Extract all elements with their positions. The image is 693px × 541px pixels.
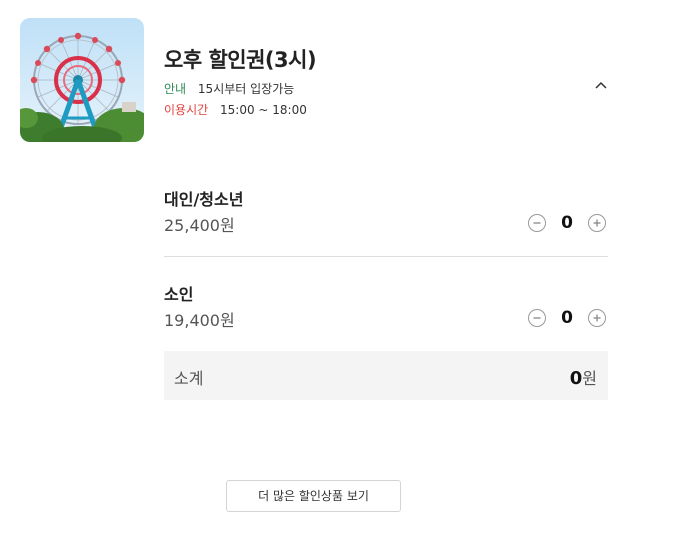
decrease-button[interactable] <box>528 309 546 327</box>
quantity-stepper: 0 <box>528 308 608 331</box>
ticket-price: 19,400원 <box>164 311 235 330</box>
minus-icon <box>533 317 541 319</box>
ticket-price: 25,400원 <box>164 216 235 235</box>
ferris-wheel-photo <box>20 18 144 142</box>
guide-label: 안내 <box>164 82 187 96</box>
plus-icon <box>593 314 601 322</box>
chevron-up-icon <box>595 81 607 89</box>
time-label: 이용시간 <box>164 103 209 117</box>
product-title: 오후 할인권(3시) <box>164 48 317 72</box>
quantity-stepper: 0 <box>528 213 608 236</box>
quantity-value: 0 <box>561 213 573 233</box>
more-discount-products-button[interactable]: 더 많은 할인상품 보기 <box>226 480 401 512</box>
minus-icon <box>533 222 541 224</box>
subtotal-value: 0 <box>569 368 583 389</box>
subtotal-label: 소계 <box>174 369 204 388</box>
ticket-divider <box>164 256 608 257</box>
ticket-name: 대인/청소년 <box>164 190 244 209</box>
increase-button[interactable] <box>588 214 606 232</box>
ticket-option-child: 소인 19,400원 0 <box>164 281 608 330</box>
subtotal-amount: 0원 <box>570 365 597 389</box>
plus-icon <box>593 219 601 227</box>
increase-button[interactable] <box>588 309 606 327</box>
ticket-name: 소인 <box>164 285 194 304</box>
product-image <box>20 18 144 142</box>
subtotal-unit: 원 <box>582 369 597 388</box>
quantity-value: 0 <box>561 308 573 328</box>
time-row: 이용시간 15:00 ~ 18:00 <box>164 101 307 118</box>
subtotal-box: 소계 0원 <box>164 351 608 400</box>
decrease-button[interactable] <box>528 214 546 232</box>
time-value: 15:00 ~ 18:00 <box>220 103 307 117</box>
guide-value: 15시부터 입장가능 <box>197 82 295 96</box>
guide-row: 안내 15시부터 입장가능 <box>164 80 294 97</box>
collapse-toggle-button[interactable] <box>592 76 610 94</box>
ticket-option-adult: 대인/청소년 25,400원 0 <box>164 186 608 235</box>
